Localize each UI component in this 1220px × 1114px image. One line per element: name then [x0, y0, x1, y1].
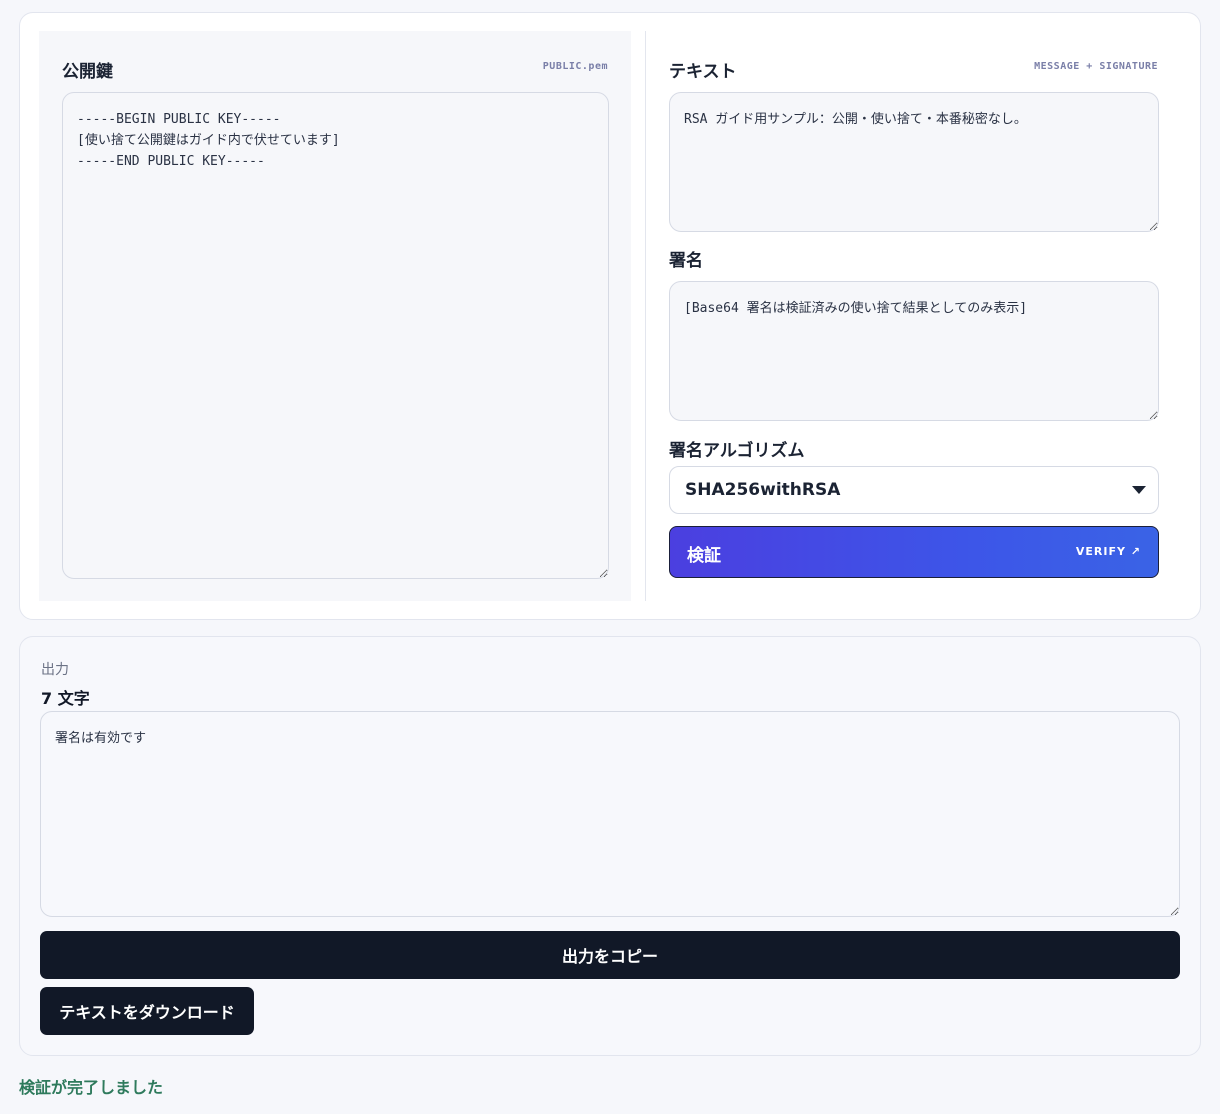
public-key-tag: PUBLIC.pem [542, 61, 608, 72]
verify-button-label: 検証 [687, 546, 721, 566]
signature-label: 署名 [669, 251, 703, 271]
column-divider [645, 31, 646, 601]
algorithm-select[interactable]: SHA256withRSA [669, 466, 1159, 514]
output-textarea[interactable] [40, 711, 1180, 917]
signature-input[interactable] [669, 281, 1159, 421]
verify-form-card: 公開鍵 PUBLIC.pem テキスト MESSAGE + SIGNATURE … [19, 12, 1201, 620]
output-char-count: 7 文字 [41, 689, 90, 708]
caret-down-icon [1132, 486, 1146, 494]
status-message: 検証が完了しました [19, 1078, 164, 1097]
message-input[interactable] [669, 92, 1159, 232]
algorithm-label: 署名アルゴリズム [669, 441, 805, 461]
copy-output-button[interactable]: 出力をコピー [40, 931, 1180, 979]
verify-button-tag: VERIFY ↗ [1075, 545, 1141, 558]
message-tag: MESSAGE + SIGNATURE [1034, 61, 1158, 72]
public-key-title: 公開鍵 [62, 62, 113, 82]
verify-button[interactable]: 検証 VERIFY ↗ [669, 526, 1159, 578]
output-card: 出力 7 文字 出力をコピー テキストをダウンロード [19, 636, 1201, 1056]
message-title: テキスト [669, 62, 737, 82]
public-key-panel: 公開鍵 PUBLIC.pem [39, 31, 631, 601]
download-text-button[interactable]: テキストをダウンロード [40, 987, 254, 1035]
public-key-input[interactable] [62, 92, 609, 579]
algorithm-selected-value: SHA256withRSA [685, 480, 841, 500]
output-label: 出力 [41, 662, 69, 678]
